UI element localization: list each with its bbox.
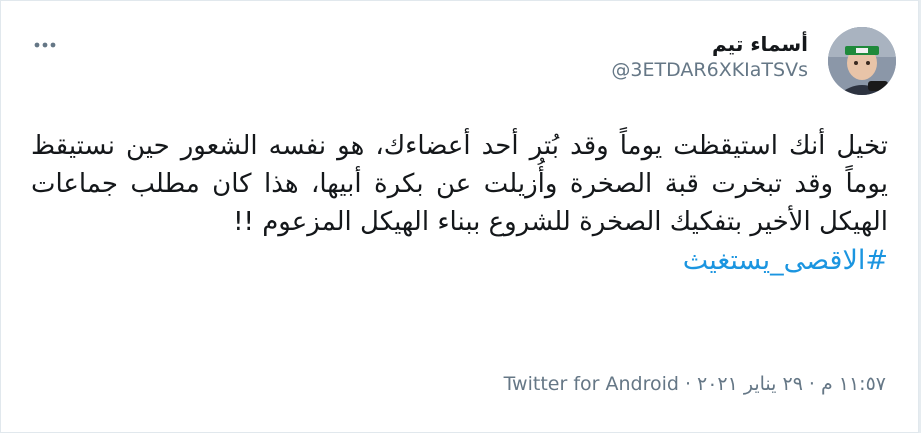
tweet-time[interactable]: ١١:٥٧ م [821,373,886,395]
meta-separator: · [808,373,815,395]
tweet-header: أسماء تيم @3ETDAR6XKIaTSVs [23,23,896,103]
tweet-meta: ١١:٥٧ م·٢٩ يناير ٢٠٢١·Twitter for Androi… [504,371,886,397]
tweet-body: تخيل أنك استيقظت يوماً وقد بُتر أحد أعضا… [31,127,888,281]
user-handle[interactable]: @3ETDAR6XKIaTSVs [611,57,808,83]
tweet-source[interactable]: Twitter for Android [504,373,679,395]
avatar-image [828,27,896,95]
more-dots-icon[interactable] [33,37,57,53]
tweet-text: تخيل أنك استيقظت يوماً وقد بُتر أحد أعضا… [31,131,888,237]
display-name[interactable]: أسماء تيم [611,31,808,57]
hashtag-link[interactable]: #الاقصى_يستغيث [31,241,888,281]
tweet-date[interactable]: ٢٩ يناير ٢٠٢١ [697,373,803,395]
avatar[interactable] [828,27,896,95]
tweet-card: أسماء تيم @3ETDAR6XKIaTSVs تخيل أنك استي… [0,0,919,433]
meta-separator: · [684,373,691,395]
user-info: أسماء تيم @3ETDAR6XKIaTSVs [611,31,808,83]
